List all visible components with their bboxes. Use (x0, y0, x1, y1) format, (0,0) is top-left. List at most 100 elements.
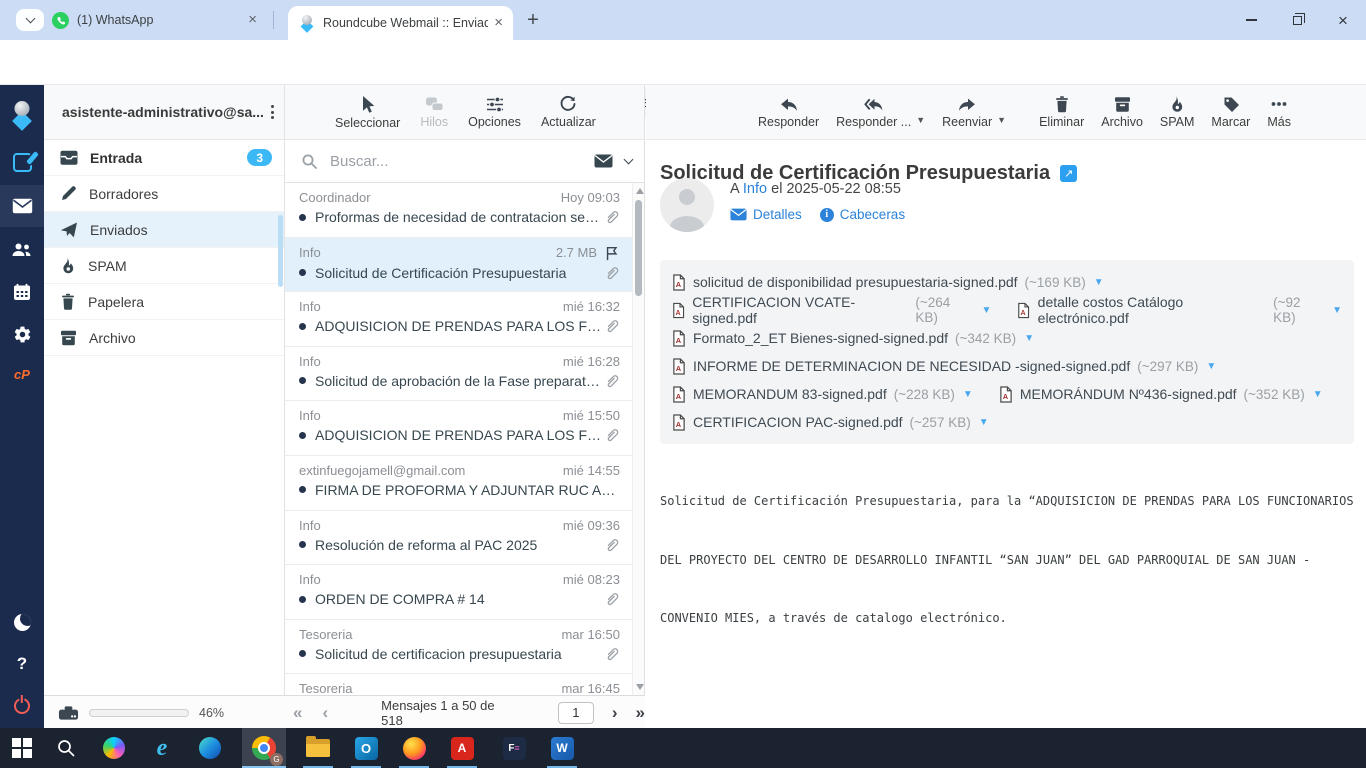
first-page-button[interactable]: « (293, 703, 302, 723)
close-icon[interactable]: × (488, 14, 513, 33)
flag-icon[interactable] (604, 245, 620, 261)
sidebar-item-entrada[interactable]: Entrada 3 (44, 140, 284, 176)
attachment-menu-icon[interactable]: ▼ (981, 305, 991, 316)
page-number-input[interactable] (558, 702, 594, 724)
headers-toggle[interactable]: i Cabeceras (820, 207, 905, 222)
cpanel-button[interactable]: cP (0, 353, 44, 395)
attachment-link[interactable]: A MEMORÁNDUM Nº436-signed.pdf (~352 KB) … (999, 386, 1323, 403)
message-row[interactable]: Tesoreriamar 16:50 Solicitud de certific… (285, 620, 632, 675)
minimize-button[interactable] (1228, 0, 1274, 40)
attachment-link[interactable]: A detalle costos Catálogo electrónico.pd… (1017, 294, 1342, 326)
attachment-link[interactable]: A INFORME DE DETERMINACION DE NECESIDAD … (672, 358, 1216, 375)
scrollbar-thumb[interactable] (635, 200, 642, 296)
roundcube-logo[interactable] (0, 93, 44, 135)
contacts-nav-button[interactable] (0, 229, 44, 271)
last-page-button[interactable]: » (636, 703, 645, 723)
settings-nav-button[interactable] (0, 313, 44, 355)
unread-dot (299, 214, 306, 221)
options-button[interactable]: Opciones (468, 96, 521, 129)
message-row[interactable]: Infomié 16:32 ADQUISICION DE PRENDAS PAR… (285, 292, 632, 347)
attachment-link[interactable]: A MEMORANDUM 83-signed.pdf (~228 KB) ▼ (672, 386, 973, 403)
more-button[interactable]: Más (1267, 95, 1291, 129)
sidebar-item-archivo[interactable]: Archivo (44, 320, 284, 356)
sidebar-scrollbar[interactable] (278, 215, 283, 287)
close-button[interactable]: × (1320, 0, 1366, 40)
message-row[interactable]: extinfuegojamell@gmail.commié 14:55 FIRM… (285, 456, 632, 511)
taskbar-chrome-button[interactable]: G (242, 728, 286, 768)
taskbar-ie-button[interactable]: e (140, 728, 184, 768)
message-row[interactable]: Infomié 15:50 ADQUISICION DE PRENDAS PAR… (285, 401, 632, 456)
open-in-new-window-icon[interactable]: ↗ (1060, 165, 1077, 182)
search-input[interactable] (330, 153, 594, 170)
attachment-menu-icon[interactable]: ▼ (1024, 333, 1034, 344)
sidebar-item-enviados[interactable]: Enviados (44, 212, 284, 248)
search-scope-mail-icon[interactable] (594, 154, 613, 168)
logout-button[interactable] (0, 685, 44, 727)
taskbar-explorer-button[interactable] (296, 728, 340, 768)
pdf-file-icon: A (672, 414, 686, 431)
attachment-menu-icon[interactable]: ▼ (979, 417, 989, 428)
attachment-link[interactable]: A solicitud de disponibilidad presupuest… (672, 274, 1104, 291)
select-button[interactable]: Seleccionar (335, 95, 400, 130)
delete-button[interactable]: Eliminar (1039, 95, 1084, 129)
taskbar-edge-button[interactable] (188, 728, 232, 768)
forward-caret-icon[interactable]: ▼ (997, 115, 1006, 125)
reply-all-button[interactable]: Responder ... (836, 96, 911, 129)
mark-button[interactable]: Marcar (1211, 95, 1250, 129)
message-row[interactable]: Infomié 16:28 Solicitud de aprobación de… (285, 347, 632, 402)
restore-button[interactable] (1274, 0, 1320, 40)
sidebar-item-borradores[interactable]: Borradores (44, 176, 284, 212)
help-button[interactable]: ? (0, 643, 44, 685)
attachment-link[interactable]: A CERTIFICACION VCATE-signed.pdf (~264 K… (672, 294, 991, 326)
search-options-chevron-icon[interactable] (624, 155, 634, 165)
taskbar-acrobat-button[interactable]: A (440, 728, 484, 768)
scroll-up-icon[interactable] (636, 188, 644, 194)
forward-button[interactable]: Reenviar (942, 96, 992, 129)
tab-whatsapp[interactable]: (1) WhatsApp × (52, 0, 267, 40)
attachment-link[interactable]: A Formato_2_ET Bienes-signed-signed.pdf … (672, 330, 1034, 347)
taskbar-firefox-button[interactable] (392, 728, 436, 768)
tab-search-button[interactable] (16, 9, 44, 31)
taskbar-outlook-button[interactable]: O (344, 728, 388, 768)
taskbar-fes-button[interactable]: F≡ (492, 728, 536, 768)
tab-roundcube[interactable]: Roundcube Webmail :: Enviados × (288, 6, 513, 40)
attachment-menu-icon[interactable]: ▼ (1332, 305, 1342, 316)
mail-nav-button[interactable] (0, 185, 44, 227)
refresh-button[interactable]: Actualizar (541, 95, 596, 129)
attachment-menu-icon[interactable]: ▼ (1313, 389, 1323, 400)
taskbar-cortana-button[interactable] (92, 728, 136, 768)
attachment-menu-icon[interactable]: ▼ (1094, 277, 1104, 288)
attachment-menu-icon[interactable]: ▼ (1206, 361, 1216, 372)
taskbar-search-button[interactable] (44, 728, 88, 768)
recipient-link[interactable]: Info (743, 181, 767, 197)
message-row[interactable]: Tesoreriamar 16:45 (285, 674, 632, 695)
attachment-link[interactable]: A CERTIFICACION PAC-signed.pdf (~257 KB)… (672, 414, 989, 431)
dark-mode-button[interactable] (0, 601, 44, 643)
start-button[interactable] (0, 728, 44, 768)
scroll-down-icon[interactable] (636, 684, 644, 690)
message-row[interactable]: CoordinadorHoy 09:03 Proformas de necesi… (285, 183, 632, 238)
threads-button[interactable]: Hilos (420, 96, 448, 129)
calendar-nav-button[interactable] (0, 271, 44, 313)
sidebar-item-papelera[interactable]: Papelera (44, 284, 284, 320)
next-page-button[interactable]: › (612, 703, 618, 723)
quota-indicator: 46% (58, 696, 224, 729)
reply-all-caret-icon[interactable]: ▼ (916, 115, 925, 125)
account-menu-button[interactable] (271, 105, 274, 119)
sidebar-item-spam[interactable]: SPAM (44, 248, 284, 284)
close-icon[interactable]: × (242, 11, 267, 30)
message-row[interactable]: Infomié 09:36 Resolución de reforma al P… (285, 511, 632, 566)
attachment-menu-icon[interactable]: ▼ (963, 389, 973, 400)
prev-page-button[interactable]: ‹ (322, 703, 328, 723)
whatsapp-icon (52, 12, 69, 29)
taskbar-word-button[interactable]: W (540, 728, 584, 768)
details-toggle[interactable]: Detalles (730, 207, 802, 222)
spam-button[interactable]: SPAM (1160, 95, 1195, 129)
archive-button[interactable]: Archivo (1101, 96, 1143, 129)
new-tab-button[interactable]: + (520, 8, 546, 34)
message-row[interactable]: Infomié 08:23 ORDEN DE COMPRA # 14 (285, 565, 632, 620)
compose-button[interactable] (0, 141, 44, 183)
reply-button[interactable]: Responder (758, 96, 819, 129)
list-scrollbar[interactable] (632, 183, 644, 695)
message-row-selected[interactable]: Info2.7 MB Solicitud de Certificación Pr… (285, 238, 632, 293)
